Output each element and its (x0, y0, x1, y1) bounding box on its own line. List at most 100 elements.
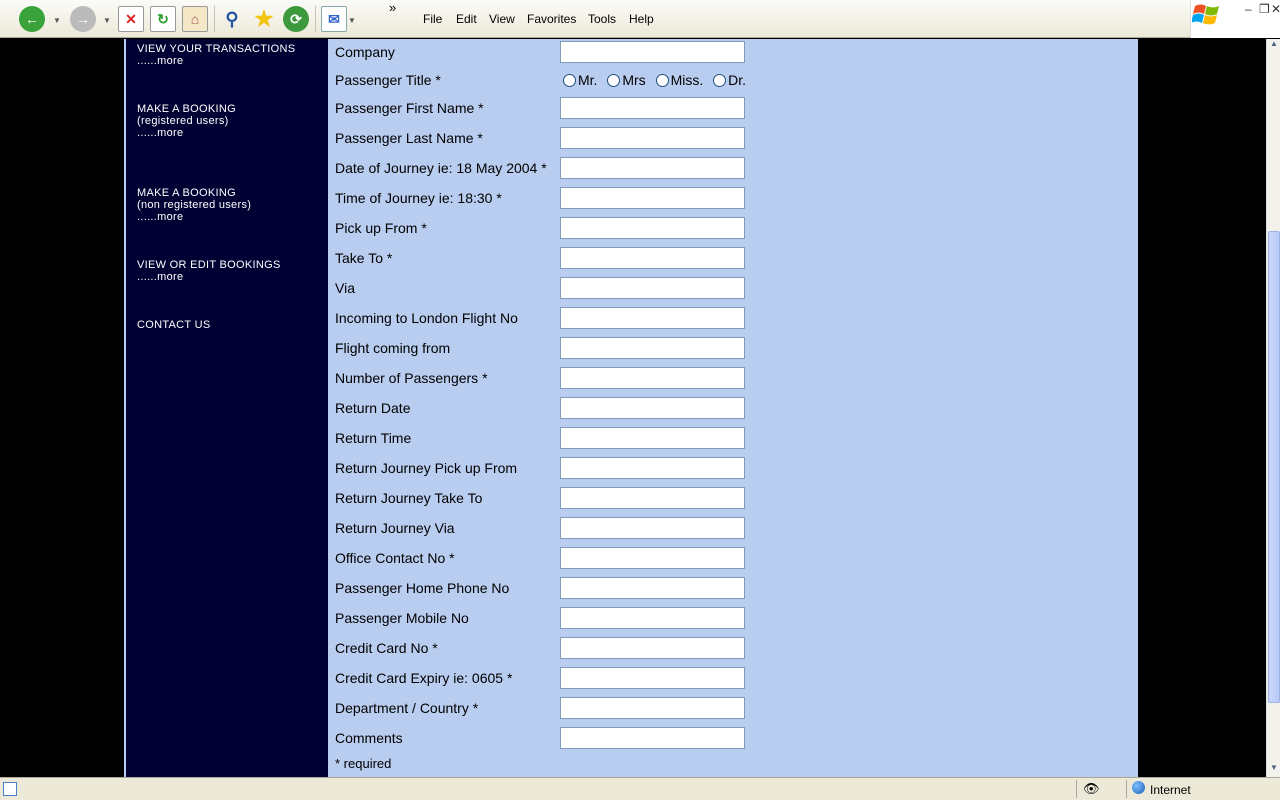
scrollbar-thumb[interactable] (1268, 231, 1280, 703)
search-icon[interactable]: ⚲ (219, 6, 245, 32)
browser-toolbar: ← ▼ → ▼ ✕ ↻ ⌂ ⚲ ★ ⟳ ✉ ▼ » File Edit View… (0, 0, 1280, 38)
form-row: Date of Journey ie: 18 May 2004 * (335, 156, 755, 180)
status-divider (1076, 780, 1077, 798)
vertical-scrollbar[interactable]: ▲ ▼ (1266, 39, 1280, 777)
form-text-input[interactable] (560, 127, 745, 149)
back-arrow-icon[interactable]: ← (19, 6, 45, 32)
field-label: Return Date (335, 400, 411, 416)
form-text-input[interactable] (560, 727, 745, 749)
radio-label: Mr. (578, 72, 598, 88)
radio-label: Miss. (670, 72, 704, 88)
form-row-company: Company (335, 40, 755, 64)
radio-circle[interactable] (607, 73, 621, 87)
radio-circle[interactable] (655, 73, 669, 87)
window-controls: – ❐ ✕ (1190, 0, 1280, 38)
form-text-input[interactable] (560, 277, 745, 299)
refresh-icon[interactable]: ↻ (150, 6, 176, 32)
form-row: Department / Country * (335, 696, 755, 720)
form-text-input[interactable] (560, 667, 745, 689)
form-text-input[interactable] (560, 157, 745, 179)
radio-circle[interactable] (713, 73, 727, 87)
nav-more-link[interactable]: ......more (137, 271, 281, 283)
privacy-eye-icon[interactable]: 👁 (1083, 781, 1100, 797)
home-icon[interactable]: ⌂ (182, 6, 208, 32)
nav-more-link[interactable]: ......more (137, 55, 295, 67)
scroll-down-arrow-icon[interactable]: ▼ (1267, 763, 1280, 777)
form-row: Return Journey Take To (335, 486, 755, 510)
back-dropdown-icon[interactable]: ▼ (53, 16, 61, 25)
stop-icon[interactable]: ✕ (118, 6, 144, 32)
menu-view[interactable]: View (489, 12, 515, 26)
field-label: Passenger Home Phone No (335, 580, 510, 596)
company-input[interactable] (560, 41, 745, 63)
nav-item-title: CONTACT US (137, 319, 211, 331)
nav-item-booking-registered[interactable]: MAKE A BOOKING (registered users) ......… (137, 103, 236, 139)
form-text-input[interactable] (560, 397, 745, 419)
field-label: Return Journey Take To (335, 490, 483, 506)
form-text-input[interactable] (560, 517, 745, 539)
form-text-input[interactable] (560, 547, 745, 569)
radio-circle[interactable] (563, 73, 576, 87)
title-radio-dr[interactable]: Dr. (713, 72, 746, 88)
nav-more-link[interactable]: ......more (137, 127, 236, 139)
menu-favorites[interactable]: Favorites (527, 12, 576, 26)
nav-item-booking-non-registered[interactable]: MAKE A BOOKING (non registered users) ..… (137, 187, 251, 223)
form-row: Office Contact No * (335, 546, 755, 570)
mail-icon[interactable]: ✉ (321, 6, 347, 32)
form-text-input[interactable] (560, 487, 745, 509)
scroll-up-arrow-icon[interactable]: ▲ (1267, 39, 1280, 53)
nav-item-view-transactions[interactable]: VIEW YOUR TRANSACTIONS ......more (137, 43, 295, 67)
menu-tools[interactable]: Tools (588, 12, 616, 26)
nav-item-contact-us[interactable]: CONTACT US (137, 319, 211, 331)
toolbar-chevron-icon[interactable]: » (389, 0, 396, 15)
form-text-input[interactable] (560, 367, 745, 389)
field-label: Office Contact No * (335, 550, 455, 566)
form-text-input[interactable] (560, 607, 745, 629)
field-label: Credit Card Expiry ie: 0605 * (335, 670, 513, 686)
title-radio-miss[interactable]: Miss. (655, 72, 704, 88)
page-status-icon (3, 782, 17, 796)
form-text-input[interactable] (560, 217, 745, 239)
form-row: Credit Card No * (335, 636, 755, 660)
restore-icon[interactable]: ❐ (1259, 2, 1270, 16)
mail-dropdown-icon[interactable]: ▼ (348, 16, 356, 25)
menu-file[interactable]: File (423, 12, 442, 26)
menu-help[interactable]: Help (629, 12, 654, 26)
favorites-star-icon[interactable]: ★ (251, 6, 277, 32)
sidebar-nav: VIEW YOUR TRANSACTIONS ......more MAKE A… (124, 39, 328, 777)
field-label: Return Journey Via (335, 520, 455, 536)
field-label: Pick up From * (335, 220, 427, 236)
form-text-input[interactable] (560, 97, 745, 119)
field-label: Time of Journey ie: 18:30 * (335, 190, 502, 206)
title-radio-mrs[interactable]: Mrs (607, 72, 646, 88)
title-radio-mr[interactable]: Mr. (563, 72, 597, 88)
form-text-input[interactable] (560, 637, 745, 659)
form-row: Passenger Home Phone No (335, 576, 755, 600)
form-row: Passenger First Name * (335, 96, 755, 120)
close-icon[interactable]: ✕ (1271, 2, 1280, 16)
form-text-input[interactable] (560, 307, 745, 329)
form-text-input[interactable] (560, 337, 745, 359)
minimize-icon[interactable]: – (1245, 2, 1252, 16)
field-label: Passenger Last Name * (335, 130, 483, 146)
form-row: Return Date (335, 396, 755, 420)
menu-edit[interactable]: Edit (456, 12, 477, 26)
form-text-input[interactable] (560, 577, 745, 599)
field-label: Number of Passengers * (335, 370, 488, 386)
nav-item-title: MAKE A BOOKING (137, 103, 236, 115)
forward-arrow-icon[interactable]: → (70, 6, 96, 32)
nav-item-view-edit-bookings[interactable]: VIEW OR EDIT BOOKINGS ......more (137, 259, 281, 283)
required-note: * required (335, 756, 392, 771)
form-text-input[interactable] (560, 247, 745, 269)
form-row: Flight coming from (335, 336, 755, 360)
form-text-input[interactable] (560, 427, 745, 449)
form-text-input[interactable] (560, 187, 745, 209)
form-row-passenger-title: Passenger Title * Mr. Mrs Miss. Dr. (335, 68, 755, 92)
form-text-input[interactable] (560, 457, 745, 479)
field-label: Passenger Mobile No (335, 610, 469, 626)
forward-dropdown-icon[interactable]: ▼ (103, 16, 111, 25)
history-icon[interactable]: ⟳ (283, 6, 309, 32)
field-label: Date of Journey ie: 18 May 2004 * (335, 160, 547, 176)
nav-more-link[interactable]: ......more (137, 211, 251, 223)
form-text-input[interactable] (560, 697, 745, 719)
